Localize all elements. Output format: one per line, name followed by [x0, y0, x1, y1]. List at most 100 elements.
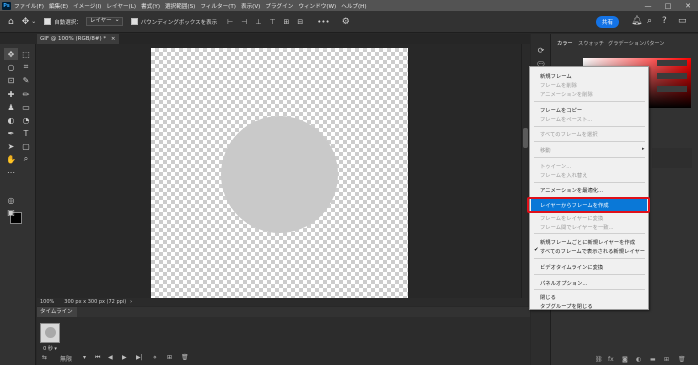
close-tab-icon[interactable]: × — [111, 36, 116, 42]
menu-new-layer-each-frame[interactable]: 新規フレームごとに新規レイヤーを作成 — [540, 238, 635, 246]
tween-icon[interactable]: ⋄ — [153, 354, 157, 361]
play-icon[interactable]: ▶ — [122, 354, 127, 361]
quick-mask-icon[interactable]: ◎ — [4, 194, 18, 206]
object-select-tool-icon[interactable]: ⊡ — [4, 74, 18, 86]
menu-close[interactable]: 閉じる — [540, 293, 556, 301]
auto-select-checkbox[interactable] — [44, 18, 52, 25]
zoom-tool-icon[interactable]: ⌕ — [19, 153, 33, 165]
more-tools-icon[interactable]: ⋯ — [4, 166, 18, 178]
menu-view[interactable]: 表示(V) — [241, 2, 260, 10]
menu-optimize-animation[interactable]: アニメーションを最適化... — [540, 186, 603, 194]
add-mask-icon[interactable]: ◙ — [622, 356, 628, 363]
menu-flatten-frames[interactable]: フレームをレイヤーに変換 — [540, 214, 603, 222]
menu-help[interactable]: ヘルプ(H) — [341, 2, 366, 10]
bounding-box-checkbox[interactable] — [130, 18, 138, 25]
green-value-field[interactable] — [657, 73, 687, 79]
trash-icon[interactable]: 🗑︎ — [181, 354, 189, 361]
tab-gradients[interactable]: グラデーション — [608, 40, 644, 47]
bell-icon[interactable]: 🔔︎ — [631, 16, 642, 26]
menu-window[interactable]: ウィンドウ(W) — [298, 2, 336, 10]
delete-layer-icon[interactable]: 🗑︎ — [678, 356, 686, 363]
crop-tool-icon[interactable]: ⌗ — [19, 61, 33, 73]
menu-file[interactable]: ファイル(F) — [14, 2, 44, 10]
align-middle-icon[interactable]: ⊞ — [284, 18, 290, 26]
gradient-tool-icon[interactable]: ◐ — [4, 114, 18, 126]
new-group-icon[interactable]: ▬ — [650, 356, 656, 363]
align-bottom-icon[interactable]: ⊟ — [297, 18, 303, 26]
menu-convert-video-timeline[interactable]: ビデオタイムラインに変換 — [540, 263, 603, 271]
auto-select-dropdown[interactable]: レイヤー — [85, 16, 123, 26]
brush-tool-icon[interactable]: ✏ — [19, 88, 33, 100]
tab-swatches[interactable]: スウォッチ — [578, 40, 604, 47]
adjustment-layer-icon[interactable]: ◐ — [636, 356, 641, 363]
workspace-icon[interactable]: ▭ — [678, 16, 687, 26]
document-tab[interactable]: GIF @ 100% (RGB/8#) * × — [37, 34, 119, 44]
menu-type[interactable]: 書式(Y) — [141, 2, 160, 10]
tab-patterns[interactable]: パターン — [644, 40, 665, 47]
menu-delete-frame[interactable]: フレームを削除 — [540, 81, 577, 89]
more-options-button[interactable]: ••• — [317, 18, 329, 26]
menu-filter[interactable]: フィルター(T) — [200, 2, 236, 10]
chevron-right-icon[interactable]: › — [130, 299, 132, 305]
menu-image[interactable]: イメージ(I) — [73, 2, 101, 10]
search-icon[interactable]: ⌕ — [647, 16, 652, 26]
menu-panel-options[interactable]: パネルオプション... — [540, 279, 587, 287]
link-layers-icon[interactable]: ⛓︎ — [595, 356, 603, 363]
menu-paste-frame[interactable]: フレームをペースト... — [540, 115, 592, 123]
tab-color[interactable]: カラー — [557, 40, 573, 47]
history-panel-icon[interactable]: ⟳ — [534, 44, 548, 56]
eraser-tool-icon[interactable]: ▭ — [19, 101, 33, 113]
timeline-tab[interactable]: タイムライン — [37, 307, 77, 317]
move-tool-icon[interactable]: ✥ — [4, 48, 18, 60]
new-frame-icon[interactable]: ⊞ — [167, 354, 172, 361]
menu-new-layers-visible[interactable]: すべてのフレームで表示される新規レイヤー — [540, 247, 645, 255]
chevron-down-icon[interactable]: ▾ — [83, 354, 86, 361]
minimize-button[interactable]: — — [638, 0, 658, 11]
scrollbar-thumb[interactable] — [523, 128, 528, 148]
eyedropper-tool-icon[interactable]: ✎ — [19, 74, 33, 86]
menu-match-layer[interactable]: フレーム間でレイヤーを一致... — [540, 223, 614, 231]
align-left-icon[interactable]: ⊢ — [227, 18, 233, 26]
pen-tool-icon[interactable]: ✒ — [4, 127, 18, 139]
home-icon[interactable]: ⌂ — [8, 17, 14, 27]
menu-copy-frame[interactable]: フレームをコピー — [540, 106, 582, 114]
frame-delay[interactable]: 0 秒 ▾ — [40, 345, 60, 352]
maximize-button[interactable]: □ — [658, 0, 678, 11]
blue-value-field[interactable] — [657, 86, 687, 92]
close-window-button[interactable]: ✕ — [678, 0, 698, 11]
type-tool-icon[interactable]: T — [19, 127, 33, 139]
screen-mode-icon[interactable]: ▣ — [4, 206, 18, 218]
next-frame-icon[interactable]: ▶︎| — [136, 354, 143, 361]
loop-dropdown[interactable]: 無限 — [60, 354, 72, 363]
lasso-tool-icon[interactable]: ○ — [4, 61, 18, 73]
menu-new-frame[interactable]: 新規フレーム — [540, 72, 572, 80]
menu-select[interactable]: 選択範囲(S) — [165, 2, 195, 10]
shape-tool-icon[interactable]: ▢ — [19, 140, 33, 152]
menu-delete-animation[interactable]: アニメーションを削除 — [540, 90, 593, 98]
chevron-down-icon[interactable]: ⌄ — [31, 18, 36, 25]
convert-timeline-icon[interactable]: ⇆ — [42, 354, 47, 361]
marquee-tool-icon[interactable]: ⬚ — [19, 48, 33, 60]
3d-mode-icon[interactable]: ⚙ — [342, 17, 350, 27]
zoom-level[interactable]: 100% — [40, 299, 54, 305]
new-layer-icon[interactable]: ⊞ — [664, 356, 669, 363]
layer-style-icon[interactable]: fx — [608, 356, 614, 363]
dodge-tool-icon[interactable]: ◔ — [19, 114, 33, 126]
previous-frame-icon[interactable]: ◀ — [108, 354, 113, 361]
align-center-icon[interactable]: ⊣ — [241, 18, 247, 26]
share-button[interactable]: 共有 — [596, 16, 619, 28]
stamp-tool-icon[interactable]: ♟ — [4, 101, 18, 113]
gray-circle-shape[interactable] — [221, 116, 338, 233]
menu-tween[interactable]: トゥイーン... — [540, 162, 571, 170]
healing-brush-tool-icon[interactable]: ✚ — [4, 88, 18, 100]
menu-layer[interactable]: レイヤー(L) — [106, 2, 136, 10]
red-value-field[interactable] — [657, 60, 687, 66]
menu-plugins[interactable]: プラグイン — [265, 2, 293, 10]
align-right-icon[interactable]: ⊥ — [255, 18, 261, 26]
first-frame-icon[interactable]: ⏮ — [95, 354, 100, 362]
menu-reverse-frames[interactable]: フレームを入れ替え — [540, 171, 588, 179]
path-select-tool-icon[interactable]: ➤ — [4, 140, 18, 152]
menu-move[interactable]: 移動 — [540, 146, 551, 154]
help-icon[interactable]: ? — [662, 16, 667, 26]
menu-edit[interactable]: 編集(E) — [49, 2, 68, 10]
